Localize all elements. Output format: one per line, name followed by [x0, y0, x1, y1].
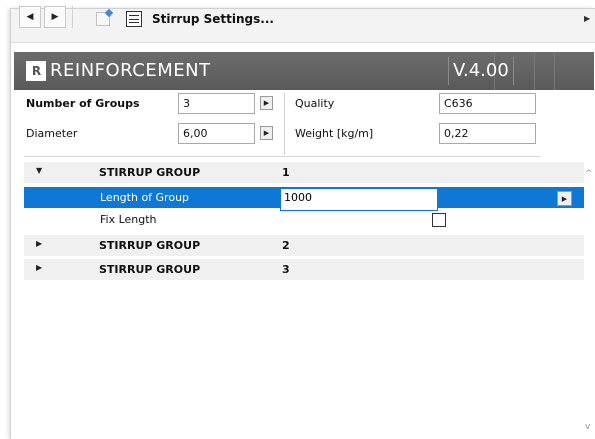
- triangle-right-icon: ▶: [263, 99, 270, 107]
- expand-triangle-icon[interactable]: ▶: [36, 239, 42, 248]
- group-label: STIRRUP GROUP: [99, 239, 201, 252]
- diameter-label: Diameter: [26, 127, 78, 140]
- quality-label: Quality: [295, 97, 335, 110]
- diameter-field[interactable]: 6,00: [178, 123, 255, 144]
- length-of-group-label: Length of Group: [100, 191, 190, 204]
- settings-list-icon[interactable]: [126, 11, 142, 27]
- tree-property-row[interactable]: Fix Length: [24, 209, 584, 230]
- toolbar-separator: [72, 6, 73, 28]
- brand-logo: R: [26, 61, 46, 81]
- number-of-groups-field[interactable]: 3: [178, 93, 255, 114]
- group-number: 2: [282, 239, 290, 252]
- section-divider: [24, 156, 540, 157]
- triangle-left-icon: ◀: [26, 12, 34, 22]
- weight-label: Weight [kg/m]: [295, 127, 374, 140]
- toolbar-overflow-arrow-icon[interactable]: ▶: [584, 14, 590, 23]
- version-label: V.4.00: [448, 57, 514, 85]
- tree-group-row[interactable]: ▼ STIRRUP GROUP 1: [24, 162, 584, 183]
- number-of-groups-stepper[interactable]: ▶: [260, 96, 273, 110]
- forward-button[interactable]: ▶: [44, 6, 66, 28]
- number-of-groups-label: Number of Groups: [26, 97, 140, 110]
- group-label: STIRRUP GROUP: [99, 263, 201, 276]
- triangle-right-icon: ▶: [561, 194, 568, 203]
- diameter-stepper[interactable]: ▶: [260, 126, 273, 140]
- weight-field[interactable]: 0,22: [439, 123, 536, 144]
- triangle-right-icon: ▶: [263, 129, 270, 137]
- scroll-up-icon[interactable]: ^: [585, 169, 593, 179]
- length-of-group-stepper[interactable]: ▶: [557, 191, 572, 206]
- parameter-divider: [284, 93, 285, 155]
- edit-document-icon[interactable]: [96, 12, 110, 26]
- group-number: 1: [282, 166, 290, 179]
- back-button[interactable]: ◀: [19, 6, 41, 28]
- group-number: 3: [282, 263, 290, 276]
- scroll-down-icon[interactable]: v: [585, 422, 590, 432]
- brand-name: REINFORCEMENT: [50, 60, 211, 81]
- tree-group-row[interactable]: ▶ STIRRUP GROUP 3: [24, 259, 584, 280]
- collapse-triangle-icon[interactable]: ▼: [36, 166, 42, 175]
- quality-field[interactable]: C636: [439, 93, 536, 114]
- length-of-group-field[interactable]: 1000: [280, 188, 438, 211]
- stirrup-groups-tree: ▼ STIRRUP GROUP 1 Length of Group 1000 ▶…: [24, 162, 584, 432]
- group-label: STIRRUP GROUP: [99, 166, 201, 179]
- expand-triangle-icon[interactable]: ▶: [36, 263, 42, 272]
- banner-divider: [554, 52, 555, 90]
- dialog-title[interactable]: Stirrup Settings...: [152, 12, 274, 26]
- product-banner: R REINFORCEMENT V.4.00: [14, 52, 594, 90]
- tree-property-row-selected[interactable]: Length of Group 1000 ▶: [24, 187, 584, 211]
- fix-length-checkbox[interactable]: [432, 213, 446, 227]
- fix-length-label: Fix Length: [100, 213, 157, 226]
- banner-divider: [534, 52, 535, 90]
- tree-group-row[interactable]: ▶ STIRRUP GROUP 2: [24, 235, 584, 256]
- triangle-right-icon: ▶: [51, 12, 59, 22]
